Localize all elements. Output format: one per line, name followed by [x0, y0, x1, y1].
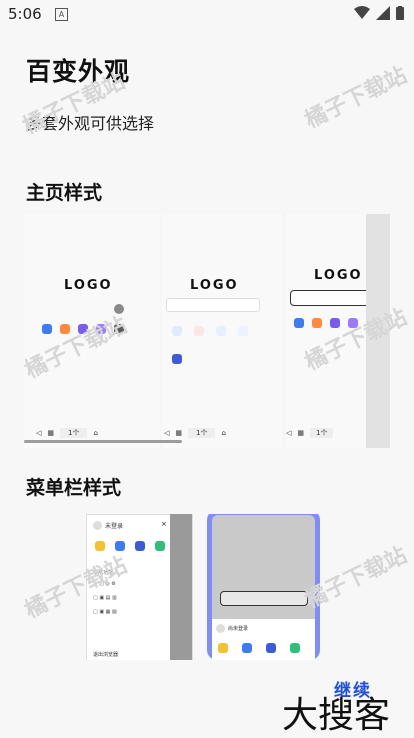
carousel-edge — [366, 214, 390, 448]
download-icon — [135, 541, 145, 551]
app-icon — [60, 324, 70, 334]
group-label: 常用功能 — [93, 570, 114, 576]
status-right-icons — [354, 6, 404, 20]
menu-sheet: 尚未登录 — [212, 619, 315, 660]
download-icon — [266, 643, 276, 653]
signal-icon — [376, 6, 390, 20]
wifi-icon — [354, 6, 370, 19]
logo-text: LOGO — [190, 278, 239, 293]
app-icon — [330, 318, 340, 328]
app-icon — [312, 318, 322, 328]
section-home-style: 主页样式 — [26, 182, 103, 204]
bottom-nav: ◁ ▦ 1个 — [286, 426, 334, 440]
app-icon — [294, 318, 304, 328]
menu-style-carousel[interactable]: 未登录 × 常用功能 ☆ ▢ ◎ ⚙ ▢ ▣ ▤ ▥ ▢ ▣ ▦ ▧ 退出浏览器 尚… — [86, 514, 322, 660]
home-style-carousel[interactable]: LOGO ◁ ▦ 1个 ⌂ LOGO ◁ ▦ 1个 ⌂ LOGO ◁ ▦ 1个 — [24, 214, 390, 448]
grid-icon: ▦ — [297, 429, 305, 437]
status-time: 5:06 — [8, 5, 42, 23]
app-icon — [114, 324, 124, 334]
logo-text: LOGO — [64, 278, 113, 293]
app-icon — [172, 326, 182, 336]
tab-count: 1个 — [310, 428, 334, 438]
brand-logo: 大搜客 — [282, 695, 391, 736]
home-preview-2[interactable]: LOGO ◁ ▦ 1个 ⌂ — [162, 214, 282, 448]
logo-text: LOGO — [314, 268, 363, 283]
menu-grid: ☆ ▢ ◎ ⚙ ▢ ▣ ▤ ▥ ▢ ▣ ▦ ▧ — [93, 581, 117, 615]
battery-icon — [396, 6, 404, 20]
carousel-scrollbar[interactable] — [24, 440, 182, 443]
close-icon: × — [161, 520, 167, 528]
app-icon — [194, 326, 204, 336]
menu-preview-2-screen: 尚未登录 — [212, 515, 315, 660]
bookmark-icon — [218, 643, 228, 653]
notification-a-icon: A — [55, 8, 68, 21]
status-bar: 5:06 A — [0, 0, 414, 28]
home-icon: ⌂ — [93, 429, 98, 437]
tab-count: 1个 — [60, 428, 88, 438]
search-box — [290, 290, 376, 306]
exit-label: 退出浏览器 — [93, 652, 119, 658]
avatar-icon — [114, 304, 124, 314]
bookmark-icon — [95, 541, 105, 551]
bottom-nav: ◁ ▦ 1个 ⌂ — [36, 426, 98, 440]
app-icon — [96, 324, 106, 334]
grid-icon: ▦ — [175, 429, 183, 437]
search-box — [220, 591, 308, 606]
back-icon: ◁ — [36, 429, 42, 437]
home-preview-1[interactable]: LOGO ◁ ▦ 1个 ⌂ — [24, 214, 160, 448]
app-icon — [216, 326, 226, 336]
app-icon — [238, 326, 248, 336]
history-icon — [242, 643, 252, 653]
avatar — [93, 521, 102, 530]
app-icon — [78, 324, 88, 334]
avatar — [216, 624, 225, 633]
profile-icon — [290, 643, 300, 653]
home-preview-3[interactable]: LOGO ◁ ▦ 1个 — [286, 214, 376, 448]
search-box — [166, 298, 260, 312]
page-subtitle: 多套外观可供选择 — [26, 114, 155, 133]
grid-icon: ▦ — [47, 429, 55, 437]
history-icon — [115, 541, 125, 551]
tab-count: 1个 — [188, 428, 216, 438]
login-label: 未登录 — [105, 523, 124, 530]
back-icon: ◁ — [164, 429, 170, 437]
app-icon — [348, 318, 358, 328]
section-menu-style: 菜单栏样式 — [26, 477, 122, 499]
menu-preview-overlay — [170, 514, 192, 660]
page-title: 百变外观 — [26, 57, 131, 86]
app-icon — [172, 354, 182, 364]
profile-icon — [155, 541, 165, 551]
watermark: 橘子下载站 — [301, 62, 412, 134]
home-icon: ⌂ — [221, 429, 226, 437]
back-icon: ◁ — [286, 429, 292, 437]
bottom-nav: ◁ ▦ 1个 ⌂ — [164, 426, 226, 440]
menu-preview-2[interactable]: 尚未登录 — [207, 514, 320, 660]
app-icon — [42, 324, 52, 334]
login-label: 尚未登录 — [228, 626, 249, 632]
